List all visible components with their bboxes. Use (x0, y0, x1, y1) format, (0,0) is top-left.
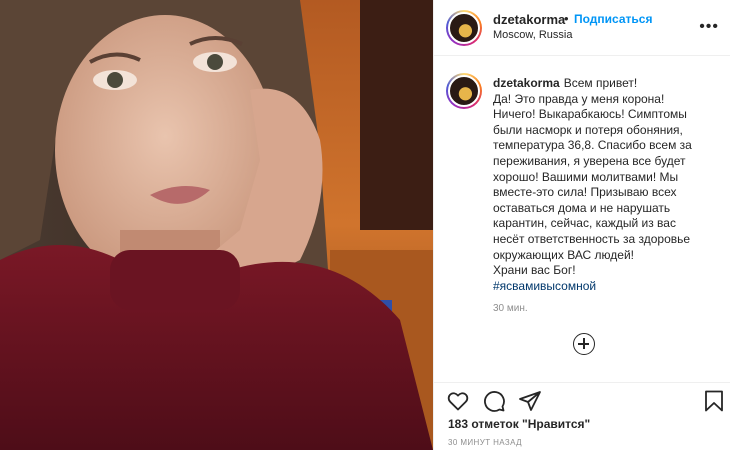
caption-line: несёт ответственность за здоровье (493, 231, 691, 246)
save-button[interactable] (702, 389, 728, 415)
separator-dot: • (564, 11, 569, 26)
more-options-icon[interactable]: ••• (699, 18, 719, 36)
load-more-comments-icon[interactable] (573, 333, 595, 355)
caption-line: вместе-это сила! Призываю всех (493, 185, 677, 200)
share-button[interactable] (518, 389, 544, 415)
heart-icon (447, 392, 469, 411)
caption-line: Всем привет! (563, 76, 638, 90)
post-location[interactable]: Moscow, Russia (493, 29, 572, 41)
hashtag-link[interactable]: #ясвамивысомной (493, 279, 721, 295)
caption-line: окружающих ВАС людей! (493, 247, 635, 262)
caption-block: dzetakorma Всем привет! Да! Это правда у … (434, 57, 730, 382)
caption-line: Ничего! Выкарабкаюсь! Симптомы (493, 107, 687, 122)
follow-button[interactable]: Подписаться (574, 12, 652, 26)
comment-button[interactable] (482, 389, 508, 415)
likes-count[interactable]: 183 отметок "Нравится" (448, 417, 590, 431)
post-side-panel: dzetakorma • Подписаться Moscow, Russia … (433, 0, 730, 450)
caption-line: Да! Это правда у меня корона! (493, 91, 665, 106)
caption-line: хорошо! Вашими молитвами! Мы (493, 169, 679, 184)
share-icon (519, 391, 541, 411)
caption-line: оставаться дома и не нарушать (493, 200, 671, 215)
post-date[interactable]: 30 МИНУТ НАЗАД (448, 438, 522, 447)
caption-avatar[interactable] (446, 73, 482, 109)
author-avatar[interactable] (446, 10, 482, 46)
like-button[interactable] (446, 389, 472, 415)
bookmark-icon (705, 390, 723, 412)
caption-line: температура 36,8. Спасибо всем за (493, 138, 692, 153)
caption-username[interactable]: dzetakorma (493, 76, 560, 90)
post-actions: 183 отметок "Нравится" 30 МИНУТ НАЗАД (434, 382, 730, 450)
post-photo-image (0, 0, 433, 450)
post-photo[interactable] (0, 0, 433, 450)
caption-text: dzetakorma Всем привет! Да! Это правда у … (493, 76, 721, 294)
post-header: dzetakorma • Подписаться Moscow, Russia … (434, 0, 730, 56)
author-username[interactable]: dzetakorma (493, 12, 565, 27)
caption-line: переживания, я уверена все будет (493, 153, 686, 168)
caption-line: карантин, сейчас, каждый из вас (493, 216, 676, 231)
caption-line: Храни вас Бог! (493, 263, 576, 278)
caption-time: 30 мин. (493, 303, 528, 314)
caption-line: были насморк и потеря обоняния, (493, 122, 683, 137)
comment-icon (484, 391, 505, 412)
